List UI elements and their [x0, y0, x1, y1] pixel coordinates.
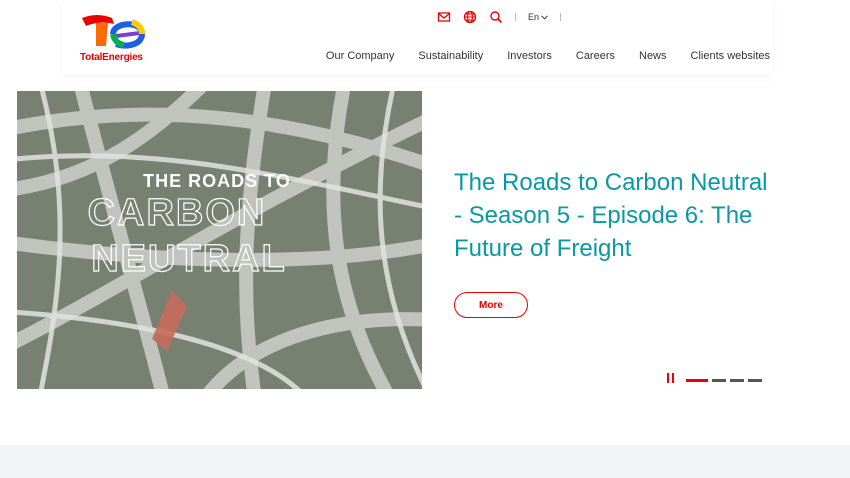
carousel-dot[interactable]: [748, 379, 762, 382]
more-button[interactable]: More: [454, 292, 528, 318]
logo-mark-icon: [82, 15, 146, 49]
carousel-dot[interactable]: [730, 379, 744, 382]
divider: [560, 13, 562, 21]
carousel-indicators: [686, 379, 762, 382]
chevron-down-icon: [541, 14, 548, 20]
image-title-line1: THE ROADS TO: [143, 171, 291, 191]
utility-bar: En: [437, 9, 562, 25]
search-icon[interactable]: [489, 10, 503, 24]
language-selector[interactable]: En: [528, 12, 548, 22]
site-header: TotalEnergies En Our Company Sustainabil…: [62, 0, 772, 74]
nav-news[interactable]: News: [627, 50, 679, 62]
nav-sustainability[interactable]: Sustainability: [406, 50, 495, 62]
pause-icon[interactable]: [667, 373, 675, 383]
main-nav: Our Company Sustainability Investors Car…: [314, 50, 770, 62]
image-title-line2: CARBON: [88, 192, 267, 234]
nav-investors[interactable]: Investors: [495, 50, 564, 62]
globe-icon[interactable]: [463, 10, 477, 24]
section-band: [0, 445, 850, 478]
nav-our-company[interactable]: Our Company: [314, 50, 406, 62]
language-label: En: [528, 12, 540, 22]
logo-wordmark: TotalEnergies: [80, 52, 143, 63]
divider: [515, 13, 516, 21]
hero-title[interactable]: The Roads to Carbon Neutral - Season 5 -…: [454, 166, 774, 265]
totalenergies-logo[interactable]: TotalEnergies: [80, 12, 150, 64]
carousel-dot[interactable]: [712, 379, 726, 382]
hero-image[interactable]: THE ROADS TO CARBON NEUTRAL: [17, 91, 422, 389]
nav-clients-websites[interactable]: Clients websites: [679, 50, 770, 62]
nav-careers[interactable]: Careers: [564, 50, 627, 62]
hero-image-title-overlay: THE ROADS TO CARBON NEUTRAL: [87, 171, 291, 281]
carousel-dot[interactable]: [686, 379, 708, 382]
mail-icon[interactable]: [437, 10, 451, 24]
image-title-line3: NEUTRAL: [91, 238, 287, 280]
